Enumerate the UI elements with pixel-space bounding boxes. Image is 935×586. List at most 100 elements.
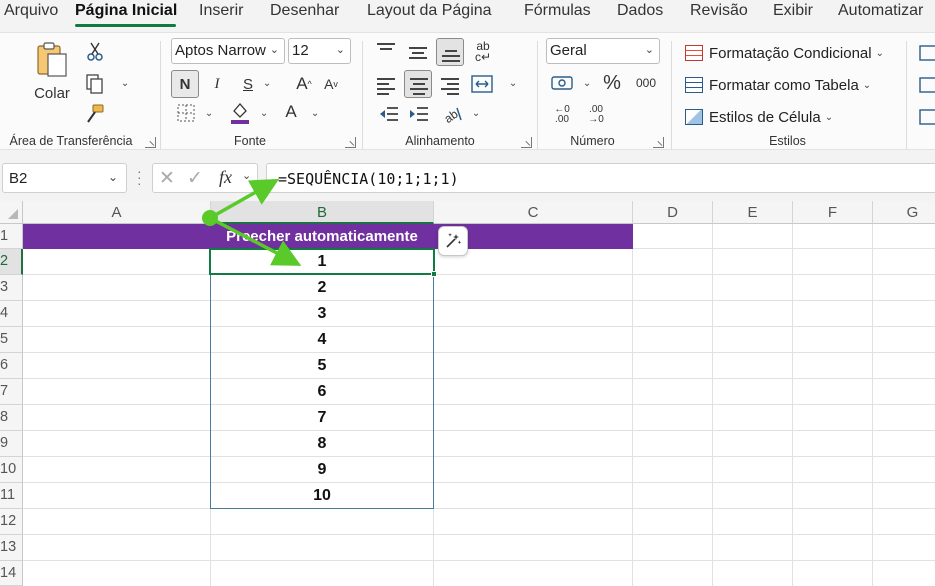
row-header-7[interactable]: 7 <box>0 379 23 405</box>
align-right-icon[interactable] <box>441 78 459 98</box>
currency-icon[interactable] <box>550 71 574 95</box>
row-header-2[interactable]: 2 <box>0 249 23 275</box>
align-top-icon[interactable] <box>377 43 395 58</box>
fill-color-dropdown-icon[interactable]: ⌄ <box>256 105 268 121</box>
shrink-font-button[interactable]: Av <box>320 70 342 98</box>
font-name-select[interactable]: Aptos Narrow ⌄ <box>171 38 285 64</box>
align-left-icon[interactable] <box>377 78 395 98</box>
align-middle-icon[interactable] <box>409 47 427 62</box>
tab-inserir[interactable]: Inserir <box>199 2 243 20</box>
column-header-a[interactable]: A <box>23 201 211 224</box>
column-header-d[interactable]: D <box>633 201 713 224</box>
fill-handle[interactable] <box>431 271 437 277</box>
merge-dropdown-icon[interactable]: ⌄ <box>505 75 517 91</box>
font-launcher-icon[interactable] <box>345 137 356 148</box>
quick-analysis-button[interactable] <box>438 226 468 256</box>
borders-icon[interactable] <box>174 102 198 124</box>
row-header-14[interactable]: 14 <box>0 561 23 586</box>
cut-icon[interactable] <box>84 41 106 63</box>
fill-color-icon[interactable] <box>229 100 251 126</box>
font-color-button[interactable]: A <box>281 100 301 124</box>
borders-dropdown-icon[interactable]: ⌄ <box>201 105 213 121</box>
insert-function-button[interactable]: fx <box>219 167 232 188</box>
more-options-icon[interactable]: · · · <box>137 164 142 190</box>
format-as-table-button[interactable]: Formatar como Tabela ⌄ <box>685 74 871 96</box>
row-header-5[interactable]: 5 <box>0 327 23 353</box>
insert-cells-icon[interactable] <box>918 42 935 64</box>
cell-styles-button[interactable]: Estilos de Célula ⌄ <box>685 106 833 128</box>
row-header-6[interactable]: 6 <box>0 353 23 379</box>
increase-decimal-icon[interactable]: ←0.00 <box>550 103 574 127</box>
tab-revisao[interactable]: Revisão <box>690 2 748 20</box>
grow-font-button[interactable]: A ^ <box>293 70 315 98</box>
column-header-c[interactable]: C <box>434 201 633 224</box>
align-center-button[interactable] <box>404 70 432 98</box>
format-cells-icon[interactable] <box>918 106 935 128</box>
alignment-group-label: Alinhamento <box>405 134 475 148</box>
decrease-indent-icon[interactable] <box>377 103 401 125</box>
row-header-9[interactable]: 9 <box>0 431 23 457</box>
font-size-select[interactable]: 12 ⌄ <box>288 38 351 64</box>
alignment-launcher-icon[interactable] <box>521 137 532 148</box>
tab-arquivo[interactable]: Arquivo <box>4 2 58 20</box>
format-as-table-icon <box>685 77 703 93</box>
thousands-separator-button[interactable]: 000 <box>632 73 660 93</box>
copy-icon[interactable] <box>84 73 106 95</box>
font-color-dropdown-icon[interactable]: ⌄ <box>307 105 319 121</box>
row-header-11[interactable]: 11 <box>0 483 23 509</box>
column-header-e[interactable]: E <box>713 201 793 224</box>
merge-center-icon[interactable] <box>470 73 494 95</box>
group-separator <box>906 41 907 149</box>
tab-desenhar[interactable]: Desenhar <box>270 2 339 20</box>
row-header-4[interactable]: 4 <box>0 301 23 327</box>
wrap-text-icon[interactable]: ab c↵ <box>470 39 496 65</box>
tab-formulas[interactable]: Fórmulas <box>524 2 591 20</box>
tab-exibir[interactable]: Exibir <box>773 2 813 20</box>
format-painter-icon[interactable] <box>84 103 106 125</box>
column-header-g[interactable]: G <box>873 201 935 224</box>
chevron-down-icon[interactable]: ⌄ <box>108 170 118 184</box>
italic-button[interactable]: I <box>206 70 228 98</box>
tab-automatizar[interactable]: Automatizar <box>838 2 923 20</box>
paste-button-label[interactable]: Colar <box>24 83 80 103</box>
clipboard-launcher-icon[interactable] <box>145 137 156 148</box>
delete-cells-icon[interactable] <box>918 74 935 96</box>
gridline <box>23 300 935 301</box>
row-header-13[interactable]: 13 <box>0 535 23 561</box>
column-header-f[interactable]: F <box>793 201 873 224</box>
orientation-icon[interactable]: ab <box>440 102 464 126</box>
tab-layout-da-pagina[interactable]: Layout da Página <box>367 2 492 20</box>
tab-dados[interactable]: Dados <box>617 2 663 20</box>
row-header-3[interactable]: 3 <box>0 275 23 301</box>
underline-dropdown-icon[interactable]: ⌄ <box>259 75 271 91</box>
paste-icon[interactable] <box>30 39 74 79</box>
number-launcher-icon[interactable] <box>653 137 664 148</box>
row-header-12[interactable]: 12 <box>0 509 23 535</box>
tab-pagina-inicial[interactable]: Página Inicial <box>75 2 177 20</box>
select-all-corner[interactable] <box>0 201 23 224</box>
align-bottom-button[interactable] <box>436 38 464 66</box>
cell-styles-icon <box>685 109 703 125</box>
conditional-formatting-button[interactable]: Formatação Condicional ⌄ <box>685 42 884 64</box>
percent-button[interactable]: % <box>600 71 624 95</box>
bold-button[interactable]: N <box>171 70 199 98</box>
formula-input[interactable]: =SEQUÊNCIA(10;1;1;1) <box>266 163 935 193</box>
cancel-icon[interactable]: ✕ <box>159 167 175 190</box>
font-group-label: Fonte <box>234 134 266 148</box>
currency-dropdown-icon[interactable]: ⌄ <box>579 75 591 91</box>
decrease-decimal-icon[interactable]: .00 →0 <box>584 103 608 127</box>
row-header-10[interactable]: 10 <box>0 457 23 483</box>
name-box[interactable]: B2 ⌄ <box>2 163 127 193</box>
header-cell-b1[interactable]: Preecher automaticamente <box>211 228 433 245</box>
chevron-down-icon[interactable]: ⌄ <box>242 169 251 182</box>
enter-icon[interactable]: ✓ <box>187 167 203 190</box>
row-header-1[interactable]: 1 <box>0 224 23 249</box>
gridline <box>632 224 633 586</box>
column-header-b[interactable]: B <box>211 201 434 224</box>
increase-indent-icon[interactable] <box>407 103 431 125</box>
orientation-dropdown-icon[interactable]: ⌄ <box>468 105 480 121</box>
copy-dropdown-icon[interactable]: ⌄ <box>117 75 129 91</box>
number-format-select[interactable]: Geral ⌄ <box>546 38 660 64</box>
underline-button[interactable]: S <box>238 70 258 98</box>
row-header-8[interactable]: 8 <box>0 405 23 431</box>
